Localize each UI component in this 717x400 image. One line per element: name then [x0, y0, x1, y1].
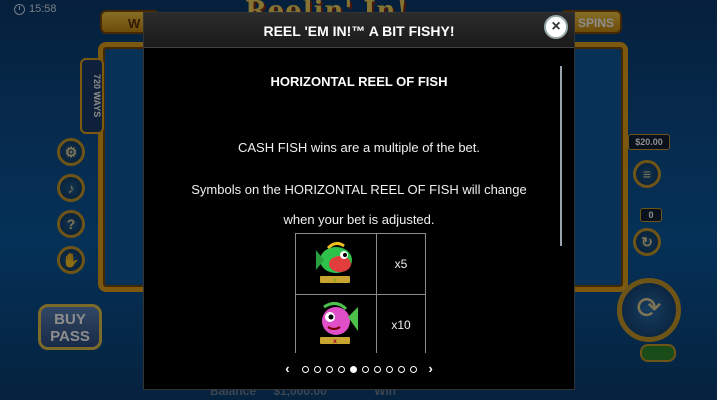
table-row: x x10	[295, 294, 426, 353]
page-dot-10[interactable]	[409, 366, 417, 374]
green-fish-icon: x	[316, 241, 352, 284]
modal-title: REEL 'EM IN!™ A BIT FISHY!	[144, 13, 574, 48]
multiplier-cell: x5	[376, 233, 426, 295]
next-page-button[interactable]: ›	[423, 361, 439, 376]
svg-text:x: x	[333, 338, 337, 345]
page-dot-8[interactable]	[385, 366, 393, 374]
page-dots	[299, 361, 419, 376]
page-dot-6[interactable]	[361, 366, 369, 374]
symbol-cell: x	[295, 294, 377, 353]
svg-text:x: x	[333, 277, 337, 284]
page-dot-2[interactable]	[313, 366, 321, 374]
section-title: HORIZONTAL REEL OF FISH	[270, 74, 448, 89]
close-button[interactable]: ×	[544, 15, 568, 39]
bet-change-text-1: Symbols on the HORIZONTAL REEL OF FISH w…	[191, 182, 527, 197]
page-pager: ‹ ›	[144, 361, 574, 376]
table-row: x x5	[295, 233, 426, 295]
page-dot-5[interactable]	[349, 366, 357, 374]
symbol-cell: x	[295, 233, 377, 295]
pink-fish-icon: x	[320, 302, 358, 345]
page-dot-3[interactable]	[325, 366, 333, 374]
paytable-modal: REEL 'EM IN!™ A BIT FISHY! × HORIZONTAL …	[143, 12, 575, 390]
prev-page-button[interactable]: ‹	[279, 361, 295, 376]
page-dot-1[interactable]	[301, 366, 309, 374]
page-dot-7[interactable]	[373, 366, 381, 374]
page-dot-9[interactable]	[397, 366, 405, 374]
bet-change-text-2: when your bet is adjusted.	[283, 212, 435, 227]
modal-content: HORIZONTAL REEL OF FISH CASH FISH wins a…	[144, 48, 574, 353]
pay-table: x x5 x x10	[295, 233, 426, 353]
multiplier-cell: x10	[376, 294, 426, 353]
cash-fish-text: CASH FISH wins are a multiple of the bet…	[237, 140, 481, 155]
page-dot-4[interactable]	[337, 366, 345, 374]
